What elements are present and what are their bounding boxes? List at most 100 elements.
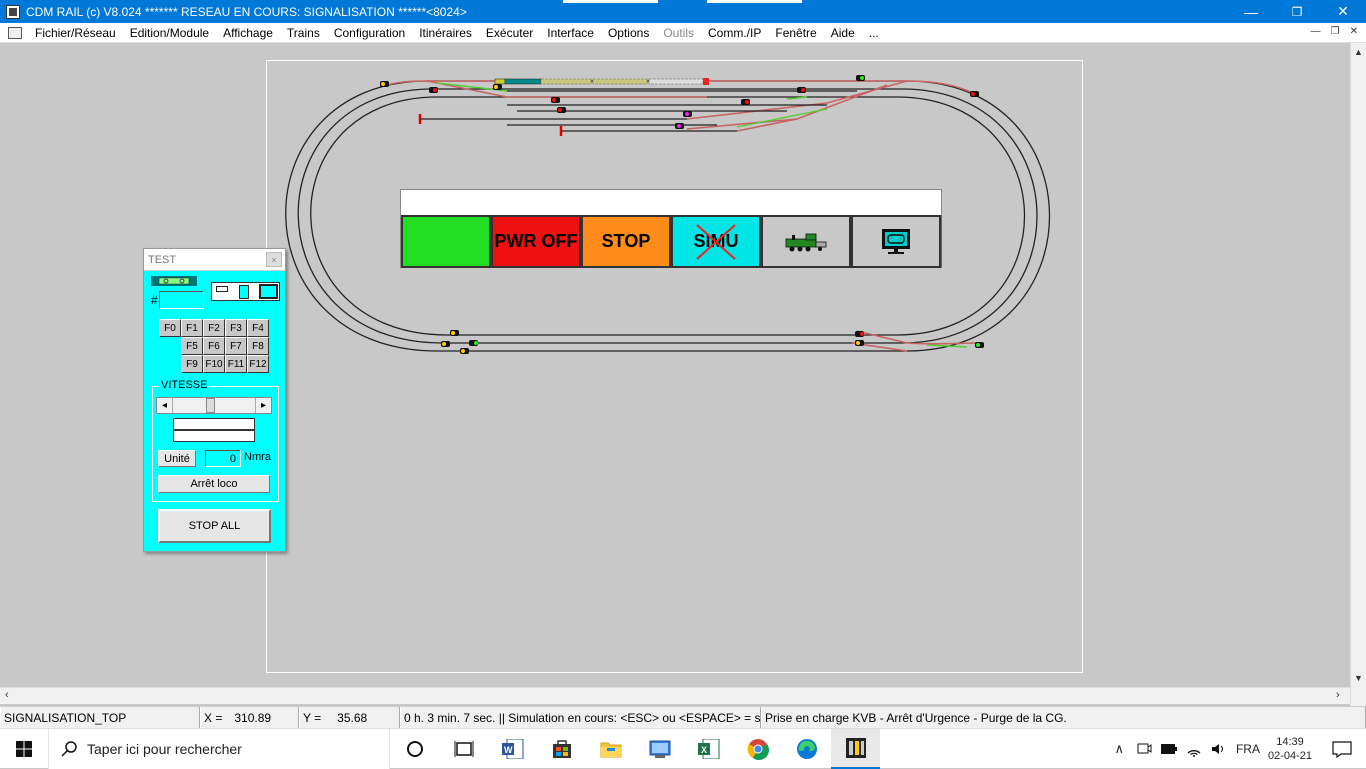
menu-trains[interactable]: Trains: [280, 26, 327, 40]
signal[interactable]: [429, 87, 438, 93]
signal[interactable]: [441, 341, 450, 347]
locomotive[interactable]: [504, 78, 542, 85]
mdi-minimize-button[interactable]: —: [1311, 26, 1321, 37]
mdi-close-button[interactable]: ✕: [1350, 26, 1358, 37]
test-window-close-button[interactable]: ×: [266, 252, 282, 267]
f0-button[interactable]: F0: [159, 319, 181, 337]
chrome-button[interactable]: [733, 729, 782, 769]
scroll-right-icon[interactable]: ›: [1336, 689, 1340, 701]
cortana-button[interactable]: [390, 729, 439, 769]
f1-button[interactable]: F1: [181, 319, 203, 337]
signal[interactable]: [797, 87, 806, 93]
layout-canvas[interactable]: [266, 60, 1083, 673]
menu-edition-module[interactable]: Edition/Module: [123, 26, 216, 40]
tray-overflow-icon[interactable]: ∧: [1114, 741, 1124, 757]
store-button[interactable]: [537, 729, 586, 769]
scroll-down-icon[interactable]: ▼: [1354, 673, 1363, 683]
horizontal-scrollbar[interactable]: ‹ ›: [0, 687, 1350, 704]
stop-loco-button[interactable]: Arrêt loco: [158, 475, 270, 493]
volume-icon[interactable]: [1210, 741, 1226, 757]
wagon[interactable]: [592, 78, 648, 85]
slider-right-arrow[interactable]: ▸: [255, 398, 271, 413]
f3-button[interactable]: F3: [225, 319, 247, 337]
excel-button[interactable]: X: [684, 729, 733, 769]
signal[interactable]: [469, 340, 478, 346]
power-on-button[interactable]: [401, 215, 491, 268]
f5-button[interactable]: F5: [181, 337, 203, 355]
scroll-left-icon[interactable]: ‹: [5, 689, 9, 701]
minimize-button[interactable]: —: [1228, 0, 1274, 23]
mdi-restore-button[interactable]: ❐: [1331, 26, 1340, 37]
menu-fichier-reseau[interactable]: Fichier/Réseau: [28, 26, 123, 40]
signal[interactable]: [493, 84, 502, 90]
view-tall-icon[interactable]: [239, 285, 249, 299]
loco-address-field[interactable]: [159, 291, 204, 309]
signal[interactable]: [975, 342, 984, 348]
train-button[interactable]: [761, 215, 851, 268]
battery-icon[interactable]: [1160, 743, 1178, 755]
menu-configuration[interactable]: Configuration: [327, 26, 412, 40]
menu-more[interactable]: ...: [862, 26, 886, 40]
word-button[interactable]: W: [488, 729, 537, 769]
signal[interactable]: [450, 330, 459, 336]
menu-options[interactable]: Options: [601, 26, 656, 40]
signal[interactable]: [970, 91, 979, 97]
signal[interactable]: [551, 97, 560, 103]
unit-button[interactable]: Unité: [158, 450, 196, 467]
power-off-button[interactable]: PWR OFF: [491, 215, 581, 268]
menu-outils[interactable]: Outils: [656, 26, 701, 40]
signal[interactable]: [741, 99, 750, 105]
menu-fenetre[interactable]: Fenêtre: [768, 26, 823, 40]
signal[interactable]: [675, 123, 684, 129]
clock[interactable]: 14:39 02-04-21: [1268, 735, 1312, 763]
menu-interface[interactable]: Interface: [540, 26, 601, 40]
slider-thumb[interactable]: [206, 398, 215, 413]
language-indicator[interactable]: FRA: [1236, 742, 1260, 756]
f7-button[interactable]: F7: [225, 337, 247, 355]
scroll-up-icon[interactable]: ▲: [1354, 47, 1363, 57]
signal[interactable]: [380, 81, 389, 87]
signal[interactable]: [460, 348, 469, 354]
route-segment[interactable]: [686, 80, 908, 120]
view-small-icon[interactable]: [216, 286, 228, 292]
vertical-scrollbar[interactable]: ▲ ▼: [1350, 43, 1366, 706]
train[interactable]: [494, 78, 709, 85]
train-tail[interactable]: [703, 78, 709, 85]
train-head[interactable]: [494, 78, 506, 85]
start-button[interactable]: [0, 729, 48, 769]
control-panel-button[interactable]: [635, 729, 684, 769]
route-segment[interactable]: [926, 344, 968, 348]
stop-all-button[interactable]: STOP ALL: [158, 509, 271, 543]
task-view-button[interactable]: [439, 729, 488, 769]
title-bar[interactable]: CDM RAIL (c) V8.024 ******* RESEAU EN CO…: [0, 0, 1366, 23]
f2-button[interactable]: F2: [203, 319, 225, 337]
f12-button[interactable]: F12: [247, 355, 269, 373]
speed-value-field[interactable]: 0: [205, 450, 241, 467]
wifi-icon[interactable]: [1186, 741, 1202, 757]
signal[interactable]: [855, 340, 864, 346]
meet-now-icon[interactable]: [1136, 741, 1152, 757]
f10-button[interactable]: F10: [203, 355, 225, 373]
close-button[interactable]: ✕: [1320, 0, 1366, 23]
restore-button[interactable]: ❐: [1274, 0, 1320, 23]
f11-button[interactable]: F11: [225, 355, 247, 373]
test-window[interactable]: TEST × # F0 F1 F2 F3 F4 F5 F6 F7 F8 F9 F…: [143, 248, 286, 552]
simu-button[interactable]: SIMU: [671, 215, 761, 268]
menu-aide[interactable]: Aide: [824, 26, 862, 40]
cdm-rail-app-icon[interactable]: [6, 4, 20, 19]
signal[interactable]: [557, 107, 566, 113]
wagon[interactable]: [648, 78, 704, 85]
signal[interactable]: [856, 75, 865, 81]
menu-executer[interactable]: Exécuter: [479, 26, 540, 40]
signal[interactable]: [855, 331, 864, 337]
cdm-rail-taskbar-button[interactable]: [831, 728, 880, 769]
wagon[interactable]: [540, 78, 592, 85]
f8-button[interactable]: F8: [247, 337, 269, 355]
taskbar-search[interactable]: Taper ici pour rechercher: [48, 728, 390, 769]
view-large-icon[interactable]: [259, 284, 278, 299]
menu-itineraires[interactable]: Itinéraires: [412, 26, 479, 40]
menu-comm-ip[interactable]: Comm./IP: [701, 26, 768, 40]
menu-affichage[interactable]: Affichage: [216, 26, 280, 40]
signal[interactable]: [683, 111, 692, 117]
mdi-child-icon[interactable]: [8, 26, 22, 39]
